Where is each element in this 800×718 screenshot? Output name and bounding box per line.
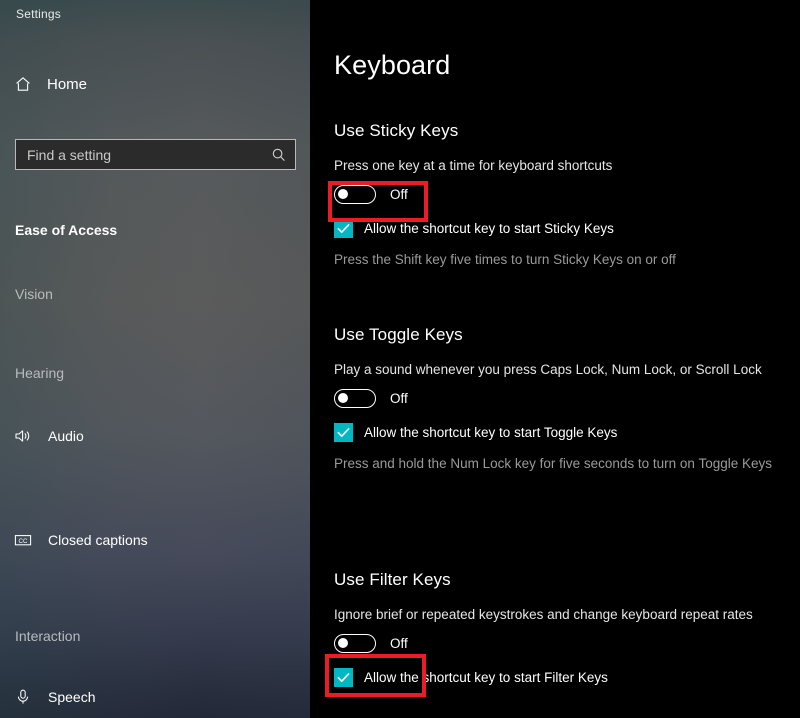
checkbox-checked-icon[interactable]: [334, 219, 353, 238]
filter-keys-shortcut-checkbox-row[interactable]: Allow the shortcut key to start Filter K…: [334, 668, 786, 687]
checkbox-checked-icon[interactable]: [334, 423, 353, 442]
window-title: Settings: [16, 7, 61, 21]
settings-window: Settings Home Find a setting Ease of Acc…: [0, 0, 800, 718]
section-description: Ignore brief or repeated keystrokes and …: [334, 607, 753, 622]
sticky-keys-shortcut-checkbox-row[interactable]: Allow the shortcut key to start Sticky K…: [334, 219, 786, 238]
sticky-keys-toggle-state: Off: [390, 186, 408, 202]
sidebar-group-hearing: Hearing: [15, 365, 65, 381]
sidebar-group-vision: Vision: [15, 286, 53, 302]
page-title: Keyboard: [334, 50, 451, 80]
sidebar-item-closed-captions-label: Closed captions: [48, 532, 148, 548]
toggle-keys-toggle-state: Off: [390, 390, 408, 406]
home-icon: [14, 75, 32, 93]
filter-keys-checkbox-label: Allow the shortcut key to start Filter K…: [364, 670, 608, 685]
section-filter-keys: Use Filter Keys Ignore brief or repeated…: [334, 570, 786, 687]
sticky-keys-toggle-row: Off: [334, 183, 786, 205]
filter-keys-toggle-state: Off: [390, 635, 408, 651]
sidebar-category-header: Ease of Access: [15, 222, 118, 238]
section-toggle-keys: Use Toggle Keys Play a sound whenever yo…: [334, 325, 786, 473]
section-title: Use Filter Keys: [334, 570, 451, 589]
checkbox-checked-icon[interactable]: [334, 668, 353, 687]
speaker-icon: [14, 427, 32, 445]
sidebar-group-interaction: Interaction: [15, 628, 81, 644]
closed-captions-icon: CC: [14, 531, 32, 549]
toggle-knob: [338, 189, 348, 199]
toggle-knob: [338, 393, 348, 403]
settings-content: Keyboard Use Sticky Keys Press one key a…: [310, 0, 800, 718]
sidebar-item-home-label: Home: [47, 75, 88, 93]
toggle-keys-toggle-row: Off: [334, 387, 786, 409]
sidebar-item-audio[interactable]: Audio: [0, 421, 300, 451]
sticky-keys-hint: Press the Shift key five times to turn S…: [334, 252, 676, 267]
filter-keys-toggle-row: Off: [334, 632, 786, 654]
sidebar-item-audio-label: Audio: [48, 428, 84, 444]
svg-text:CC: CC: [19, 538, 28, 545]
search-placeholder: Find a setting: [27, 146, 112, 163]
search-icon[interactable]: [271, 147, 287, 163]
toggle-keys-toggle[interactable]: [334, 388, 376, 408]
section-description: Play a sound whenever you press Caps Loc…: [334, 362, 762, 377]
filter-keys-toggle[interactable]: [334, 633, 376, 653]
sidebar-item-home[interactable]: Home: [14, 72, 310, 96]
search-input[interactable]: Find a setting: [15, 139, 296, 170]
sidebar-item-speech-label: Speech: [48, 689, 96, 705]
toggle-knob: [338, 638, 348, 648]
section-description: Press one key at a time for keyboard sho…: [334, 158, 613, 173]
sticky-keys-toggle[interactable]: [334, 184, 376, 204]
settings-sidebar: Settings Home Find a setting Ease of Acc…: [0, 0, 310, 718]
toggle-keys-checkbox-label: Allow the shortcut key to start Toggle K…: [364, 425, 618, 440]
section-sticky-keys: Use Sticky Keys Press one key at a time …: [334, 121, 786, 269]
sticky-keys-checkbox-label: Allow the shortcut key to start Sticky K…: [364, 221, 614, 236]
toggle-keys-shortcut-checkbox-row[interactable]: Allow the shortcut key to start Toggle K…: [334, 423, 786, 442]
sidebar-item-closed-captions[interactable]: CC Closed captions: [0, 525, 300, 555]
sidebar-item-speech[interactable]: Speech: [0, 682, 300, 712]
section-title: Use Sticky Keys: [334, 121, 459, 140]
microphone-icon: [14, 688, 32, 706]
toggle-keys-hint: Press and hold the Num Lock key for five…: [334, 456, 772, 471]
section-title: Use Toggle Keys: [334, 325, 463, 344]
